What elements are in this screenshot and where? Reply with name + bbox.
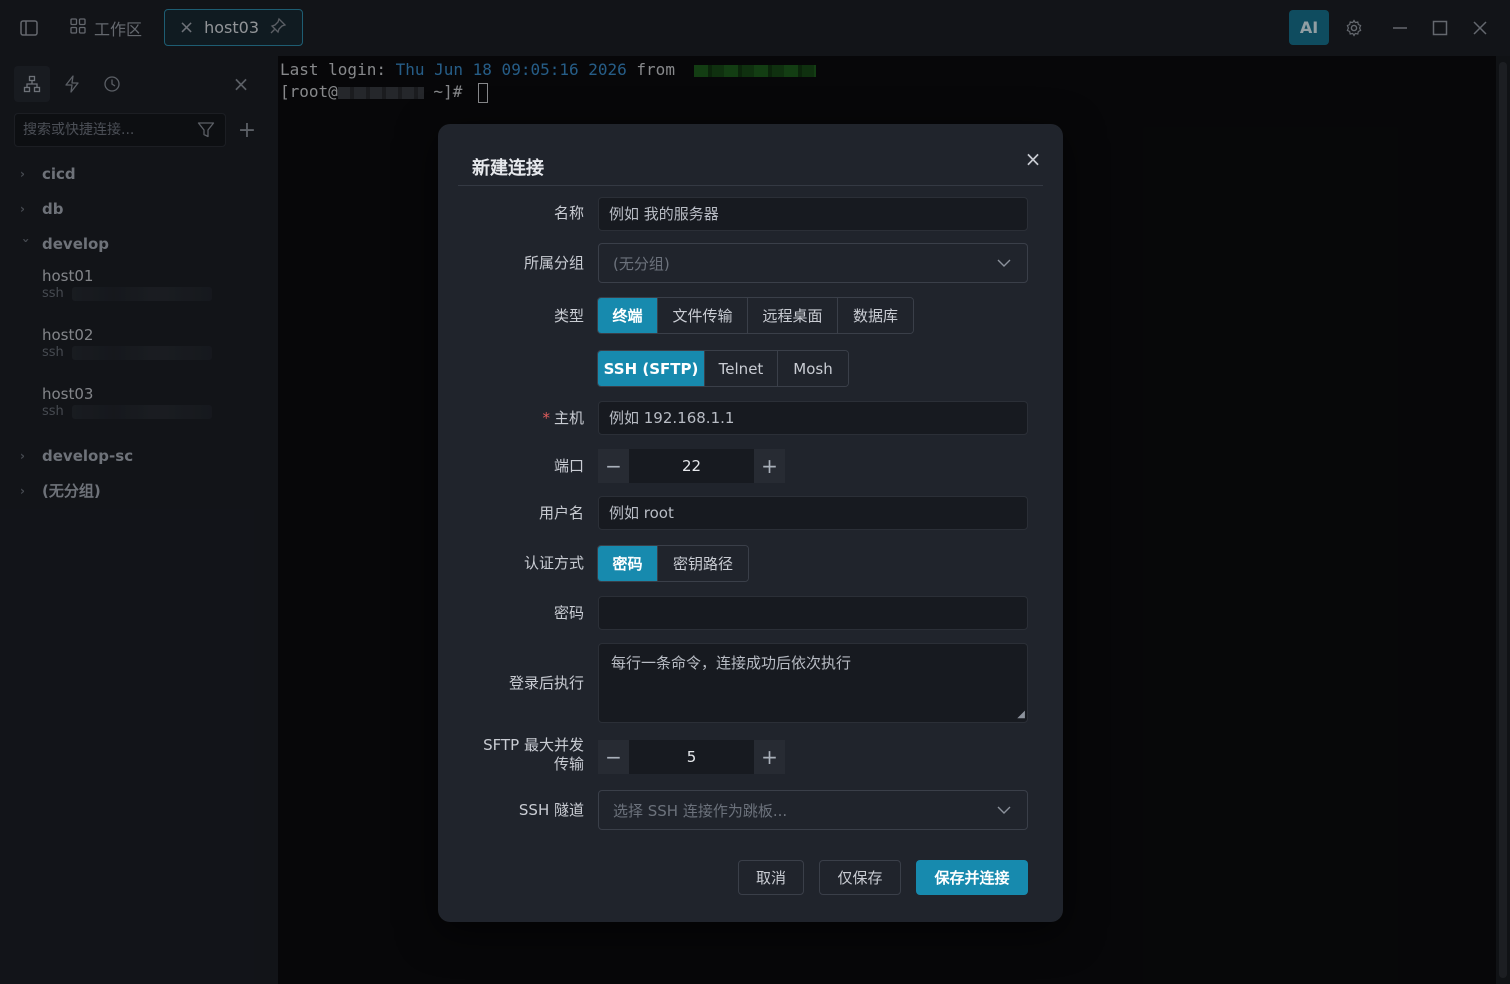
sftp-concurrency-stepper: − 5 + bbox=[598, 740, 785, 774]
required-marker: * bbox=[542, 409, 550, 427]
post-login-label: 登录后执行 bbox=[508, 674, 584, 692]
host-label: * 主机 bbox=[438, 407, 584, 428]
post-login-textarea[interactable]: 每行一条命令，连接成功后依次执行 ◢ bbox=[598, 643, 1028, 723]
sftp-increment-button[interactable]: + bbox=[754, 740, 785, 774]
auth-key-path-button[interactable]: 密钥路径 bbox=[658, 546, 748, 581]
save-and-connect-button[interactable]: 保存并连接 bbox=[916, 860, 1028, 895]
username-input[interactable] bbox=[609, 504, 1027, 522]
chevron-down-icon bbox=[997, 256, 1011, 274]
protocol-ssh-button[interactable]: SSH (SFTP) bbox=[598, 351, 705, 386]
protocol-telnet-button[interactable]: Telnet bbox=[705, 351, 778, 386]
resize-handle-icon[interactable]: ◢ bbox=[1017, 709, 1025, 720]
group-select[interactable]: (无分组) bbox=[598, 243, 1028, 283]
dialog-title: 新建连接 bbox=[472, 158, 544, 179]
post-login-placeholder: 每行一条命令，连接成功后依次执行 bbox=[611, 654, 852, 672]
username-field[interactable] bbox=[598, 496, 1028, 530]
ssh-tunnel-label: SSH 隧道 bbox=[518, 801, 584, 819]
protocol-mosh-button[interactable]: Mosh bbox=[778, 351, 848, 386]
port-value[interactable]: 22 bbox=[629, 449, 754, 483]
protocol-segmented: SSH (SFTP) Telnet Mosh bbox=[597, 350, 849, 387]
auth-label: 认证方式 bbox=[523, 554, 584, 572]
port-stepper: − 22 + bbox=[598, 449, 785, 483]
close-icon[interactable]: × bbox=[1022, 147, 1044, 171]
password-label: 密码 bbox=[553, 604, 584, 622]
name-field[interactable] bbox=[598, 197, 1028, 231]
chevron-down-icon bbox=[997, 803, 1011, 821]
type-terminal-button[interactable]: 终端 bbox=[598, 298, 658, 333]
port-label: 端口 bbox=[553, 457, 584, 475]
type-label: 类型 bbox=[553, 307, 584, 325]
ssh-tunnel-select[interactable]: 选择 SSH 连接作为跳板... bbox=[598, 790, 1028, 830]
host-label-text: 主机 bbox=[553, 409, 584, 427]
sftp-concurrency-label-line1: SFTP 最大并发 bbox=[483, 736, 584, 754]
group-select-value: (无分组) bbox=[613, 254, 670, 273]
password-input[interactable] bbox=[609, 604, 1027, 622]
group-label: 所属分组 bbox=[523, 254, 584, 272]
ssh-tunnel-placeholder: 选择 SSH 连接作为跳板... bbox=[613, 801, 788, 820]
type-database-button[interactable]: 数据库 bbox=[838, 298, 913, 333]
type-segmented: 终端 文件传输 远程桌面 数据库 bbox=[597, 297, 914, 334]
password-field[interactable] bbox=[598, 596, 1028, 630]
auth-password-button[interactable]: 密码 bbox=[598, 546, 658, 581]
new-connection-dialog: 新建连接 × 名称 所属分组 (无分组) 类型 终端 文件传输 远程桌面 数据库… bbox=[438, 124, 1063, 922]
sftp-concurrency-value[interactable]: 5 bbox=[629, 740, 754, 774]
username-label: 用户名 bbox=[538, 504, 584, 522]
port-increment-button[interactable]: + bbox=[754, 449, 785, 483]
host-field[interactable] bbox=[598, 401, 1028, 435]
save-only-button[interactable]: 仅保存 bbox=[819, 860, 901, 895]
name-label: 名称 bbox=[553, 204, 584, 222]
port-decrement-button[interactable]: − bbox=[598, 449, 629, 483]
sftp-concurrency-label-line2: 传输 bbox=[553, 755, 584, 773]
name-input[interactable] bbox=[609, 205, 1027, 223]
type-remote-desktop-button[interactable]: 远程桌面 bbox=[748, 298, 838, 333]
type-file-transfer-button[interactable]: 文件传输 bbox=[658, 298, 748, 333]
sftp-concurrency-label: SFTP 最大并发 传输 bbox=[438, 736, 584, 774]
host-input[interactable] bbox=[609, 409, 1027, 427]
auth-segmented: 密码 密钥路径 bbox=[597, 545, 749, 582]
divider bbox=[458, 185, 1043, 186]
sftp-decrement-button[interactable]: − bbox=[598, 740, 629, 774]
cancel-button[interactable]: 取消 bbox=[738, 860, 804, 895]
